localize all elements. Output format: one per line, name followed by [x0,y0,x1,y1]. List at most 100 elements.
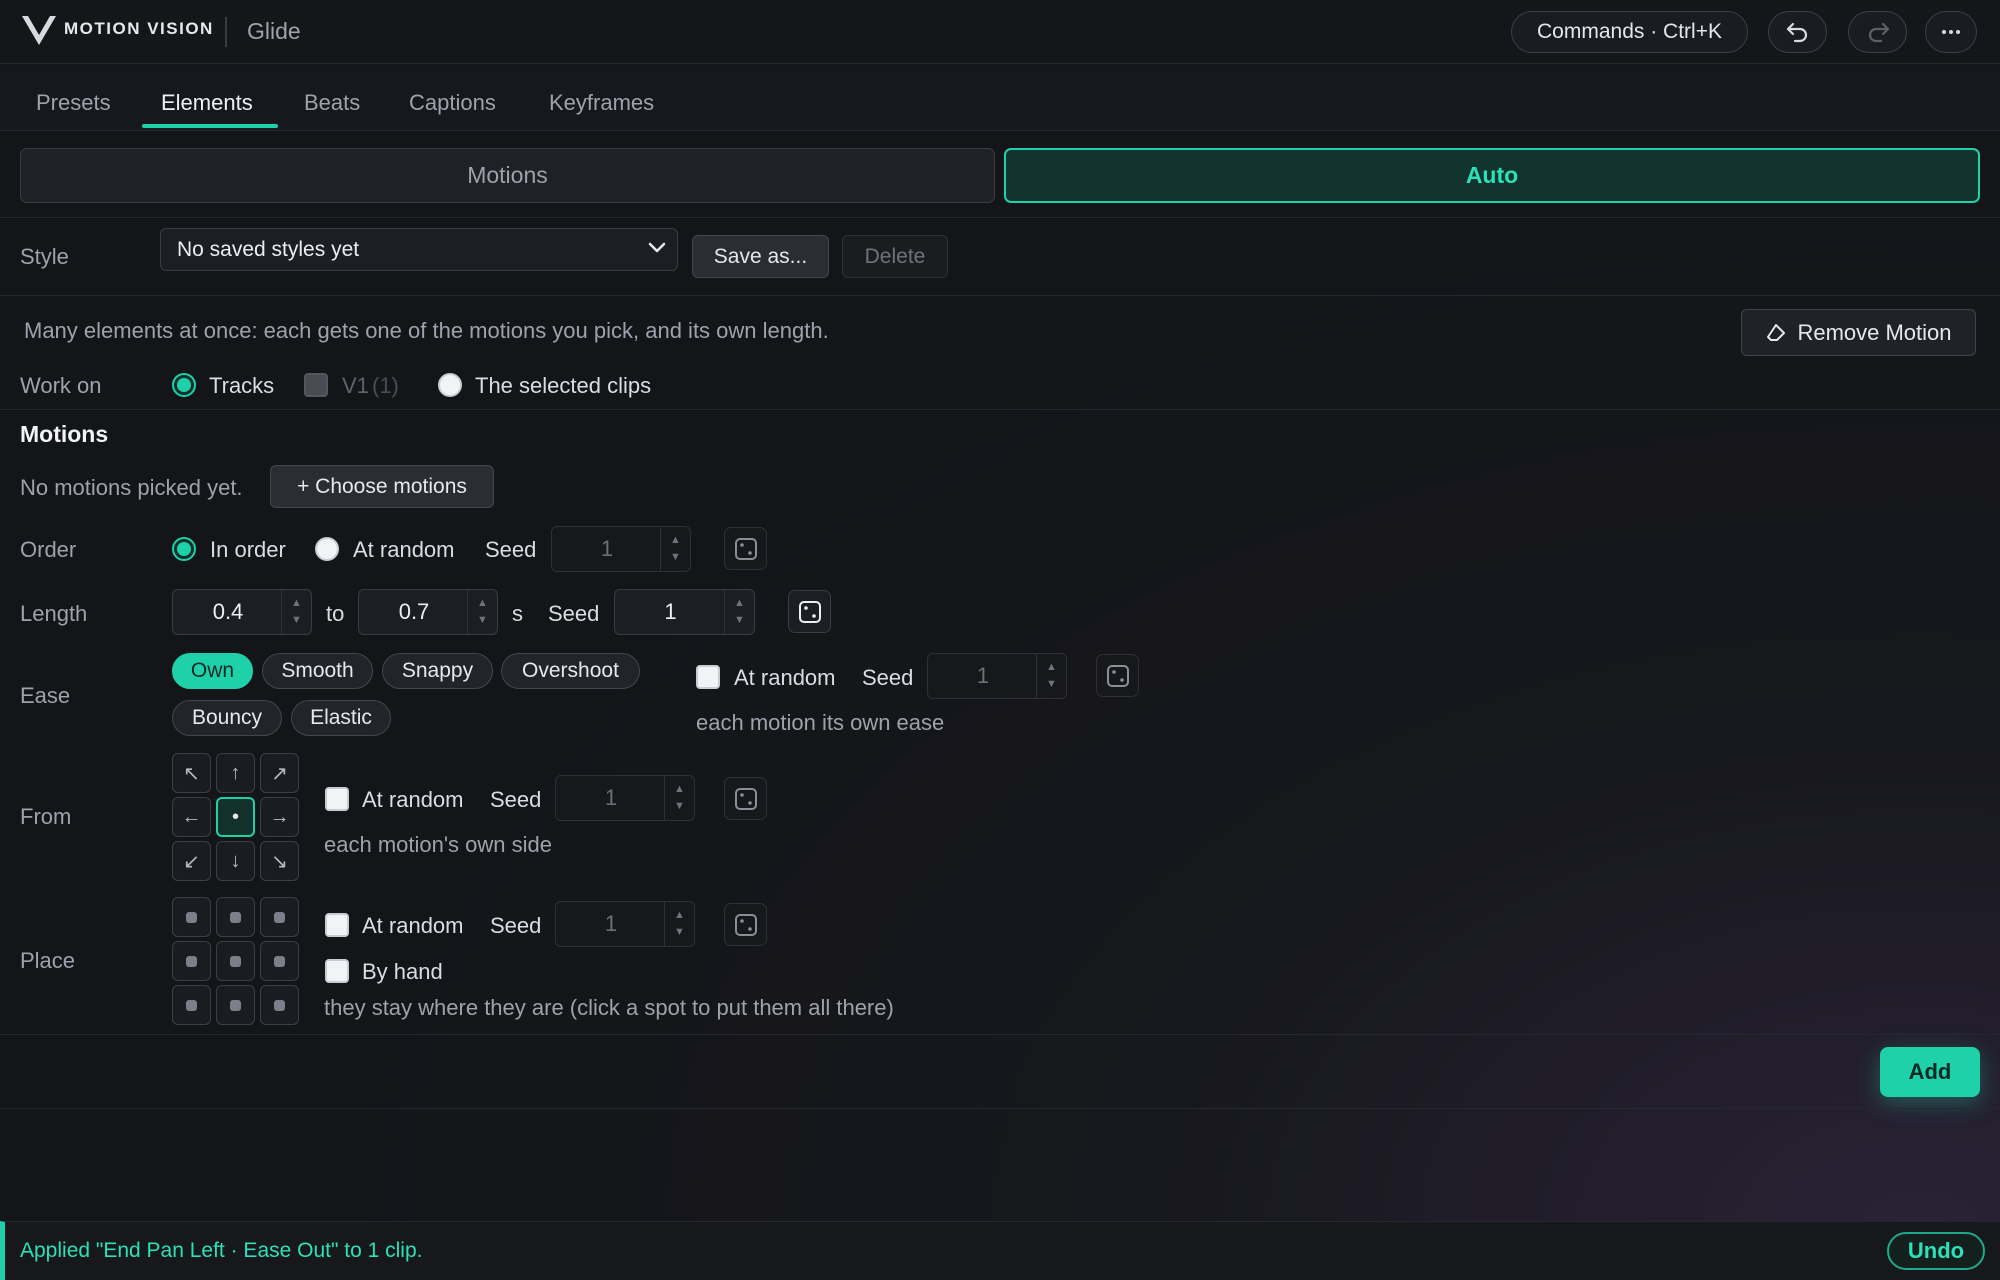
redo-button[interactable] [1848,11,1907,53]
place-spot-right[interactable] [260,941,299,981]
from-seed-label: Seed [490,787,542,812]
place-seed-input[interactable]: 1 ▲ ▼ [555,901,695,947]
in-order-label: In order [210,537,286,562]
order-seed-value: 1 [600,536,614,561]
ease-chip-bouncy[interactable]: Bouncy [172,700,282,736]
mode-auto-button[interactable]: Auto [1004,148,1980,203]
tracks-label: Tracks [209,373,275,398]
mode-motions-button[interactable]: Motions [20,148,995,203]
place-at-random-checkbox[interactable] [325,913,349,937]
undo-button[interactable] [1768,11,1827,53]
place-dice-button[interactable] [724,903,767,946]
place-spot-top[interactable] [216,897,255,937]
stepper-arrows[interactable]: ▲ ▼ [664,902,694,946]
ease-chip-smooth[interactable]: Smooth [262,653,373,689]
place-spot-bottom[interactable] [216,985,255,1025]
more-button[interactable] [1925,11,1977,53]
by-hand-label: By hand [362,959,443,984]
v1-count: (1) [372,373,399,398]
dice-icon [1105,663,1131,689]
commands-button[interactable]: Commands · Ctrl+K [1511,11,1748,53]
ease-chip-snappy[interactable]: Snappy [382,653,493,689]
from-up-arrow-icon[interactable]: ↑ [216,753,255,793]
from-top-left-arrow-icon[interactable]: ↖ [172,753,211,793]
ease-chip-overshoot[interactable]: Overshoot [501,653,640,689]
add-button[interactable]: Add [1880,1047,1980,1097]
from-bottom-left-arrow-icon[interactable]: ↙ [172,841,211,881]
in-order-radio[interactable] [172,537,196,561]
spot-dot-icon [230,999,241,1011]
from-top-right-arrow-icon[interactable]: ↗ [260,753,299,793]
length-dice-button[interactable] [788,590,831,633]
ease-at-random-checkbox[interactable] [696,665,720,689]
logo-text: MOTION VISION [64,19,214,38]
remove-motion-button[interactable]: Remove Motion [1741,309,1976,356]
stepper-arrows[interactable]: ▲ ▼ [664,776,694,820]
motion-vision-logo-icon [20,13,58,49]
place-spot-top-left[interactable] [172,897,211,937]
style-select-value: No saved styles yet [177,237,360,261]
ease-dice-button[interactable] [1096,654,1139,697]
from-left-arrow-icon[interactable]: ← [172,797,211,837]
selected-clips-radio[interactable] [438,373,462,397]
selected-clips-label: The selected clips [475,373,652,398]
length-max-value: 0.7 [398,599,430,624]
length-seed-input[interactable]: 1 ▲ ▼ [614,589,755,635]
place-spot-left[interactable] [172,941,211,981]
length-max-input[interactable]: 0.7 ▲ ▼ [358,589,498,635]
ease-seed-value: 1 [976,663,990,688]
place-spot-center[interactable] [216,941,255,981]
from-at-random-checkbox[interactable] [325,787,349,811]
choose-motions-button[interactable]: + Choose motions [270,465,494,508]
by-hand-checkbox[interactable] [325,959,349,983]
status-undo-button[interactable]: Undo [1887,1232,1985,1270]
from-bottom-right-arrow-icon[interactable]: ↘ [260,841,299,881]
no-motions-text: No motions picked yet. [20,475,243,500]
dice-icon [733,786,759,812]
spot-dot-icon [230,955,241,967]
v1-checkbox[interactable] [304,373,328,397]
ease-chip-own[interactable]: Own [172,653,253,689]
ease-at-random-label: At random [734,665,836,690]
tab-beats[interactable]: Beats [304,90,360,116]
from-seed-input[interactable]: 1 ▲ ▼ [555,775,695,821]
spot-dot-icon [274,911,285,923]
status-bar: Applied "End Pan Left · Ease Out" to 1 c… [0,1221,2000,1280]
order-seed-input[interactable]: 1 ▲ ▼ [551,526,691,572]
spot-dot-icon [274,955,285,967]
divider [0,1034,2000,1035]
stepper-arrows[interactable]: ▲ ▼ [1036,654,1066,698]
order-at-random-radio[interactable] [315,537,339,561]
active-tab-indicator [142,124,278,128]
top-bar: MOTION VISION Glide Commands · Ctrl+K [0,0,2000,64]
stepper-arrows[interactable]: ▲ ▼ [660,527,690,571]
place-spot-bottom-left[interactable] [172,985,211,1025]
style-select[interactable]: No saved styles yet [160,228,678,271]
tracks-radio[interactable] [172,373,196,397]
from-seed-value: 1 [604,785,618,810]
stepper-arrows[interactable]: ▲ ▼ [467,590,497,634]
place-spot-top-right[interactable] [260,897,299,937]
length-seed-value: 1 [664,599,677,624]
from-down-arrow-icon[interactable]: ↓ [216,841,255,881]
from-center-dot-icon[interactable]: • [216,797,255,837]
tab-keyframes[interactable]: Keyframes [549,90,654,116]
order-dice-button[interactable] [724,527,767,570]
delete-style-button[interactable]: Delete [842,235,948,278]
divider [0,295,2000,296]
tab-elements[interactable]: Elements [161,90,253,116]
stepper-arrows[interactable]: ▲ ▼ [724,590,754,634]
redo-icon [1865,21,1891,43]
length-min-input[interactable]: 0.4 ▲ ▼ [172,589,312,635]
place-spot-bottom-right[interactable] [260,985,299,1025]
from-right-arrow-icon[interactable]: → [260,797,299,837]
ease-seed-input[interactable]: 1 ▲ ▼ [927,653,1067,699]
save-as-button[interactable]: Save as... [692,235,829,278]
tab-presets[interactable]: Presets [36,90,111,116]
order-seed-label: Seed [485,537,537,562]
ease-chip-elastic[interactable]: Elastic [291,700,391,736]
stepper-arrows[interactable]: ▲ ▼ [281,590,311,634]
tab-captions[interactable]: Captions [409,90,496,116]
from-dice-button[interactable] [724,777,767,820]
dice-icon [733,536,759,562]
